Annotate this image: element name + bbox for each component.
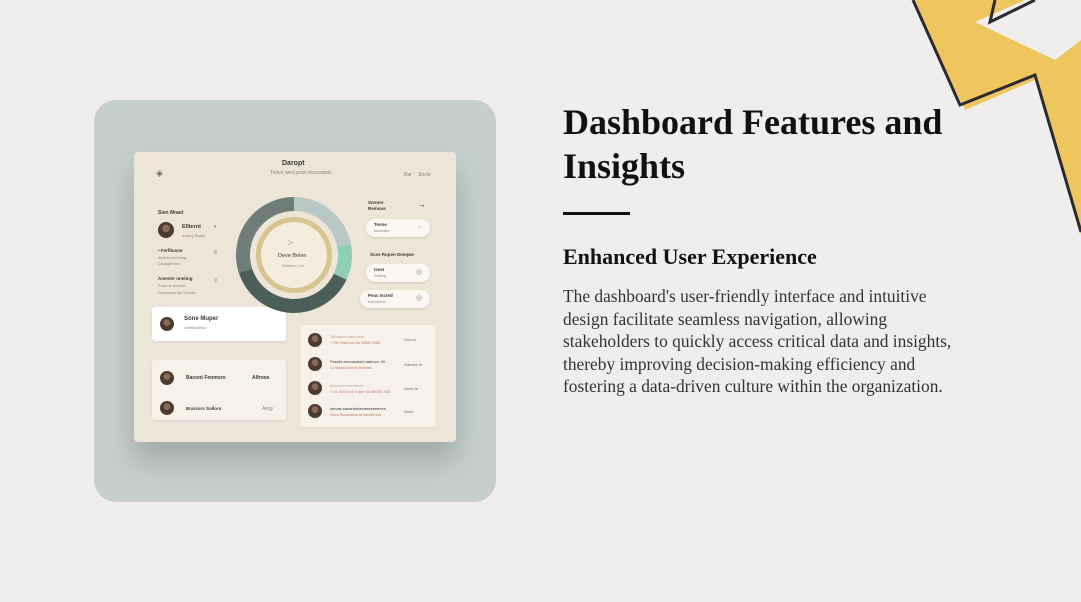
mock-list-tag: Daevee Ie xyxy=(404,362,423,367)
mock-contacts-panel: Bacont Fenmoro Alfrooe Brarsors Sollors … xyxy=(152,360,286,420)
mock-stat2-value: 9 xyxy=(214,278,217,284)
avatar xyxy=(308,357,322,371)
mock-pill-sub: Aoleoteene xyxy=(368,300,386,304)
mock-pill: Tenne Aunliopee ⌂ xyxy=(366,219,430,237)
mock-list-tag: Deee Ie xyxy=(404,386,419,391)
dashboard-illustration: ◈ Daropt Tietvo wesl poot rteosvanuk Bar… xyxy=(94,100,496,502)
avatar xyxy=(308,404,322,418)
mock-list-tag: Donne xyxy=(404,337,416,342)
mock-pill-sub: Aunliopee xyxy=(374,229,390,233)
mock-stat1-value: 8 xyxy=(214,250,217,256)
mock-contact-tag: Aegy xyxy=(262,406,274,412)
mock-contact-tag: Alfrooe xyxy=(252,375,270,381)
mock-donut-face-icon: :- xyxy=(288,238,293,247)
lock-icon: ⌂ xyxy=(418,224,422,230)
mock-list-sub: + eI: 3000 nd 3 ase 40 30003 300 xyxy=(330,389,390,394)
mock-profile-sub: Antoty Rarke xyxy=(182,233,206,238)
slide-title: Dashboard Features and Insights xyxy=(563,102,943,186)
mock-stat2-title: Anenter oneting xyxy=(158,276,193,281)
mock-header-title: Daropt xyxy=(282,160,305,167)
mock-stat1-line: Alnd to tornetng xyxy=(158,255,187,260)
mock-header-link: Bar xyxy=(404,172,412,178)
mock-stat2-line: Surnepdonde Shosle xyxy=(158,290,196,295)
mock-user-card-sub: Antesnaetoo xyxy=(184,325,207,330)
arrow-right-icon: → xyxy=(418,200,426,209)
mock-pill-title: Tenne xyxy=(374,222,387,227)
mock-pill-title: Peac Iscted xyxy=(368,293,393,298)
clock-icon: ◎ xyxy=(416,269,423,276)
mock-profile-name: Ellternt xyxy=(182,224,201,230)
avatar xyxy=(160,401,174,415)
diamond-logo-icon: ◈ xyxy=(156,168,163,178)
mock-donut-name: Deve Belen xyxy=(278,253,307,259)
mock-header-subtitle: Tietvo wesl poot rteosvanuk xyxy=(270,170,332,176)
avatar xyxy=(308,333,322,347)
mock-right-top-label: Sonner Remoue xyxy=(368,200,386,211)
clock-icon: ◎ xyxy=(416,295,423,302)
mock-pill: Iseet Seiteng ◎ xyxy=(366,264,430,282)
title-divider xyxy=(563,212,630,215)
mock-pill-sub: Seiteng xyxy=(374,274,386,278)
mock-left-heading: Sien Mraet xyxy=(158,210,184,216)
slide-subtitle: Enhanced User Experience xyxy=(563,244,817,269)
mock-donut-sub: Suleneo, Ce xyxy=(282,263,305,268)
mock-list-sub: Ooro Bocenicra ht stenerrrns xyxy=(330,412,382,417)
mock-list-tag: Deee xyxy=(404,409,414,414)
avatar xyxy=(160,317,174,331)
mock-contact-name: Bacont Fenmoro xyxy=(186,375,226,381)
avatar xyxy=(158,222,174,238)
mock-activity-list: Talvotien stannosts + Oh Sarnom Ne 3008 … xyxy=(300,325,436,427)
avatar xyxy=(308,381,322,395)
mock-user-card-name: Sone Muper xyxy=(184,316,219,322)
mock-stat1-title: • Ferfliusne xyxy=(158,248,183,253)
mock-stat2-line: Ford no etnaire xyxy=(158,283,186,288)
mock-list-title: Isevas saeaniesienaaeseeeeen xyxy=(330,406,387,411)
mock-dashboard: ◈ Daropt Tietvo wesl poot rteosvanuk Bar… xyxy=(134,152,456,442)
mock-stat1-line: Lavagetrnes xyxy=(158,261,181,266)
dropdown-icon: ▾ xyxy=(214,224,217,230)
mock-list-title: Aeucsreerseneene xyxy=(330,383,364,388)
slide-body-text: The dashboard's user-friendly interface … xyxy=(563,286,952,397)
mock-header-link: Socie xyxy=(418,172,431,178)
donut-segment xyxy=(333,244,352,280)
mock-list-title: Talvotien stannosts xyxy=(330,334,365,339)
mock-list-sub: + Oh Sarnom Ne 3008 2020 xyxy=(330,340,381,345)
mock-contact-name: Brarsors Sollors xyxy=(186,406,222,411)
mock-pill-title: Iseet xyxy=(374,267,385,272)
avatar xyxy=(160,371,174,385)
mock-list-sub: Ci mand Dondt Innenes xyxy=(330,365,373,370)
mock-right-section: Sces Ropen Deeqwe xyxy=(370,252,415,257)
mock-list-title: Feseet aerrossteed aaecsm 39 xyxy=(330,359,386,364)
mock-pill: Peac Iscted Aoleoteene ◎ xyxy=(360,290,430,308)
